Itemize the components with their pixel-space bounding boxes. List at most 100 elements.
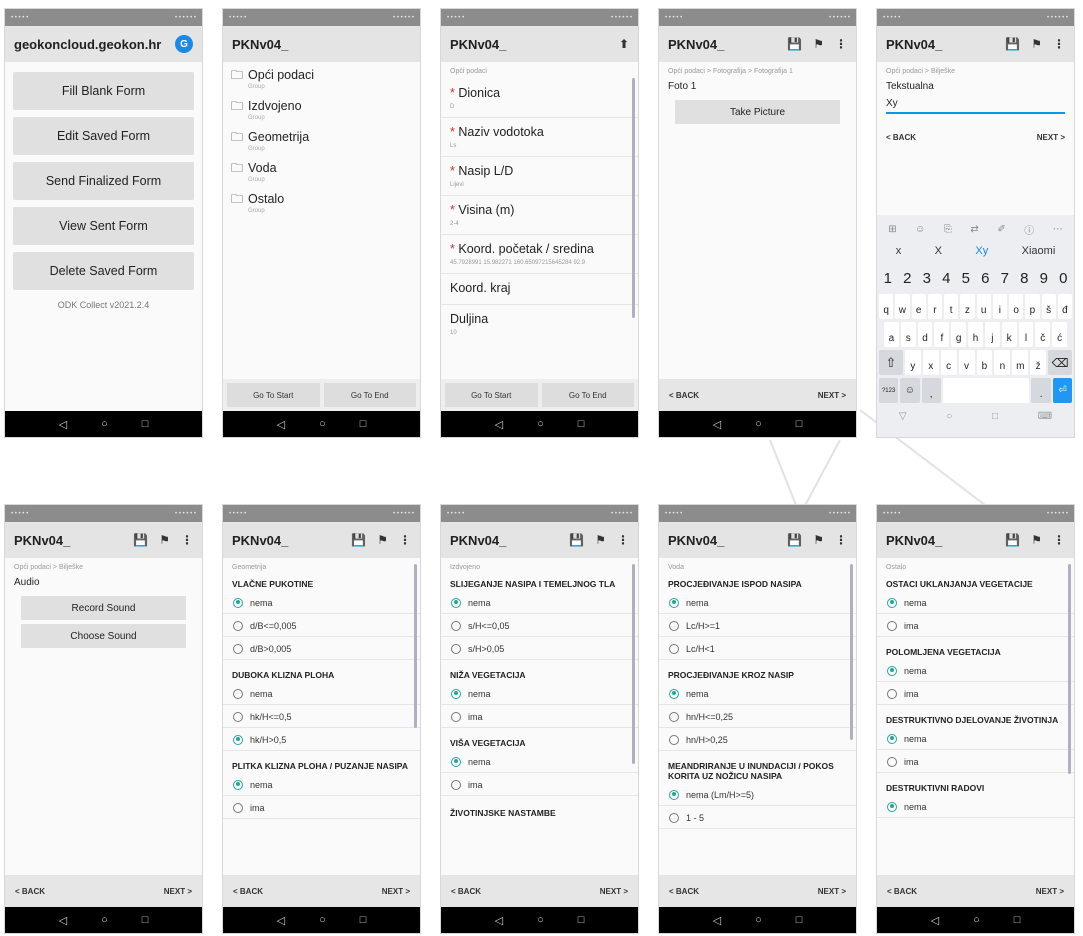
keyboard-tool-icon[interactable]: ⋯ — [1053, 224, 1063, 235]
key[interactable]: 1 — [879, 265, 897, 291]
home-nav-icon[interactable]: ○ — [973, 914, 980, 926]
shift-key-icon[interactable]: ⇧ — [879, 350, 903, 375]
key[interactable]: 5 — [957, 265, 975, 291]
keyboard-tool-icon[interactable]: ⊞ — [888, 224, 896, 235]
key[interactable]: 0 — [1055, 265, 1073, 291]
radio-option[interactable]: nema — [223, 774, 420, 796]
back-button[interactable]: < BACK — [233, 887, 263, 896]
radio-button[interactable] — [887, 801, 897, 812]
radio-option[interactable]: nema — [441, 592, 638, 614]
key[interactable]: 6 — [977, 265, 995, 291]
next-button[interactable]: NEXT > — [818, 887, 846, 896]
more-vert-icon[interactable]: ⋮ — [1053, 533, 1065, 547]
go-to-end-button[interactable]: Go To End — [323, 383, 416, 407]
radio-option[interactable]: nema — [659, 683, 856, 705]
key[interactable]: k — [1001, 322, 1017, 347]
key[interactable]: u — [976, 294, 991, 319]
radio-option[interactable]: s/H>0,05 — [441, 638, 638, 660]
radio-option[interactable]: ima — [877, 615, 1074, 637]
recent-nav-icon[interactable]: □ — [578, 418, 585, 430]
scrollbar[interactable] — [850, 564, 853, 740]
save-icon[interactable]: 💾 — [569, 533, 584, 547]
radio-button[interactable] — [669, 812, 679, 823]
symbols-key[interactable]: ?123 — [879, 378, 899, 403]
key[interactable]: c — [940, 350, 957, 375]
radio-option[interactable]: nema (Lm/H>=5) — [659, 784, 856, 806]
home-nav-icon[interactable]: ○ — [946, 411, 952, 422]
next-button[interactable]: NEXT > — [1036, 887, 1064, 896]
enter-key-icon[interactable]: ⏎ — [1052, 378, 1073, 403]
delete-saved-form-button[interactable]: Delete Saved Form — [13, 252, 194, 290]
back-nav-icon[interactable]: ◁ — [495, 914, 503, 927]
back-button[interactable]: < BACK — [15, 887, 45, 896]
flag-icon[interactable]: ⚑ — [1031, 533, 1042, 547]
radio-button[interactable] — [669, 688, 679, 699]
home-nav-icon[interactable]: ○ — [101, 914, 108, 926]
key[interactable]: č — [1035, 322, 1051, 347]
radio-button[interactable] — [451, 688, 461, 699]
home-nav-icon[interactable]: ○ — [101, 418, 108, 430]
radio-button[interactable] — [451, 756, 461, 767]
space-key[interactable] — [942, 378, 1030, 403]
comma-key[interactable]: , — [921, 378, 941, 403]
scrollbar[interactable] — [1068, 564, 1071, 774]
save-icon[interactable]: 💾 — [787, 37, 802, 51]
go-to-start-button[interactable]: Go To Start — [227, 383, 320, 407]
key[interactable]: q — [879, 294, 894, 319]
group-item-geometrija[interactable]: 🗀 Geometrija Group — [223, 124, 420, 155]
record-sound-button[interactable]: Record Sound — [21, 596, 186, 620]
key[interactable]: l — [1018, 322, 1034, 347]
recent-nav-icon[interactable]: □ — [992, 411, 998, 422]
key[interactable]: ć — [1052, 322, 1067, 347]
radio-option[interactable]: s/H<=0,05 — [441, 615, 638, 637]
key[interactable]: e — [911, 294, 926, 319]
back-button[interactable]: < BACK — [886, 133, 916, 142]
radio-button[interactable] — [887, 733, 897, 744]
key[interactable]: g — [951, 322, 967, 347]
keyboard-tool-icon[interactable]: ⓘ — [1024, 222, 1034, 237]
radio-button[interactable] — [669, 597, 679, 608]
recent-nav-icon[interactable]: □ — [360, 914, 367, 926]
question-row[interactable]: * Visina (m) 2-4 — [441, 196, 638, 235]
key[interactable]: v — [958, 350, 975, 375]
recent-nav-icon[interactable]: □ — [1014, 914, 1021, 926]
radio-option[interactable]: nema — [223, 592, 420, 614]
radio-button[interactable] — [669, 789, 679, 800]
flag-icon[interactable]: ⚑ — [813, 37, 824, 51]
save-icon[interactable]: 💾 — [1005, 533, 1020, 547]
radio-option[interactable]: nema — [877, 728, 1074, 750]
back-nav-icon[interactable]: ◁ — [713, 418, 721, 431]
key[interactable]: s — [900, 322, 916, 347]
radio-option[interactable]: 1 - 5 — [659, 807, 856, 829]
view-sent-form-button[interactable]: View Sent Form — [13, 207, 194, 245]
key[interactable]: z — [960, 294, 975, 319]
flag-icon[interactable]: ⚑ — [813, 533, 824, 547]
go-to-start-button[interactable]: Go To Start — [445, 383, 538, 407]
radio-button[interactable] — [233, 597, 243, 608]
go-to-end-button[interactable]: Go To End — [541, 383, 634, 407]
key[interactable]: n — [994, 350, 1011, 375]
radio-option[interactable]: hn/H<=0,25 — [659, 706, 856, 728]
radio-button[interactable] — [887, 665, 897, 676]
radio-button[interactable] — [451, 643, 461, 654]
key[interactable]: m — [1012, 350, 1029, 375]
key[interactable]: w — [895, 294, 910, 319]
more-vert-icon[interactable]: ⋮ — [835, 37, 847, 51]
home-nav-icon[interactable]: ○ — [319, 418, 326, 430]
keyboard-tool-icon[interactable]: ☺ — [915, 224, 925, 235]
radio-button[interactable] — [233, 802, 243, 813]
home-nav-icon[interactable]: ○ — [537, 418, 544, 430]
radio-option[interactable]: nema — [659, 592, 856, 614]
suggestion[interactable]: X — [935, 245, 942, 257]
back-nav-icon[interactable]: ◁ — [59, 914, 67, 927]
hide-keyboard-icon[interactable]: ▽ — [899, 411, 907, 422]
text-input[interactable]: Xy — [886, 96, 1065, 114]
keyboard-tool-icon[interactable]: ⎘ — [944, 224, 952, 235]
key[interactable]: p — [1025, 294, 1040, 319]
suggestion[interactable]: Xiaomi — [1022, 245, 1056, 257]
more-vert-icon[interactable]: ⋮ — [181, 533, 193, 547]
key[interactable]: j — [984, 322, 1000, 347]
fill-blank-form-button[interactable]: Fill Blank Form — [13, 72, 194, 110]
key[interactable]: t — [944, 294, 959, 319]
radio-option[interactable]: hk/H<=0,5 — [223, 706, 420, 728]
